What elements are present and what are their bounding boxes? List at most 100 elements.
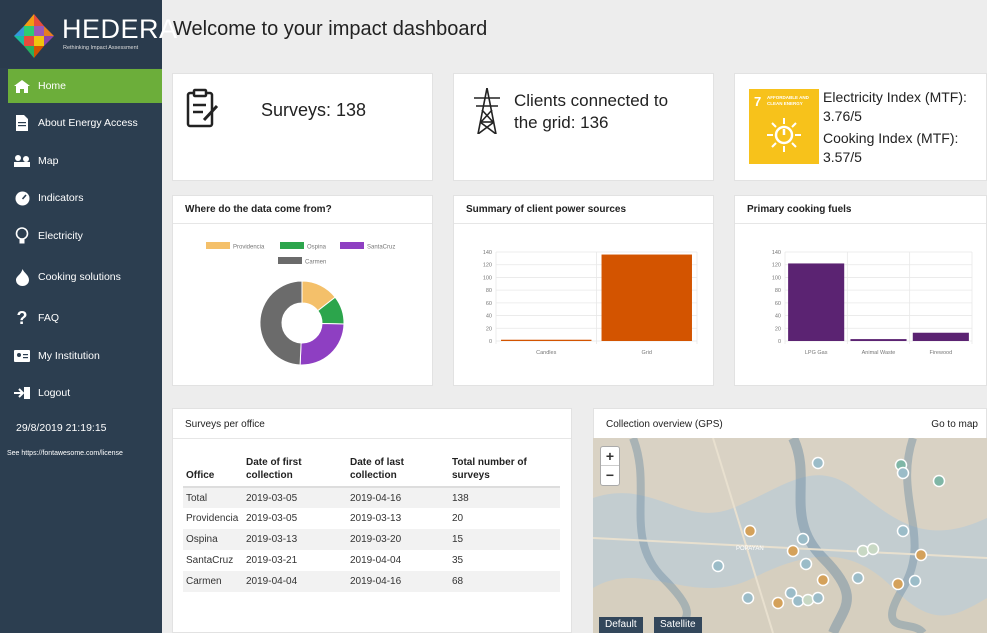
table-cell: 2019-03-21: [246, 555, 298, 566]
hedera-logo-icon: [14, 14, 54, 58]
gps-marker[interactable]: [801, 593, 815, 607]
chart-title: Where do the data come from?: [173, 196, 432, 224]
gps-marker[interactable]: [711, 559, 725, 573]
sidebar-item-logout[interactable]: Logout: [8, 376, 162, 410]
clipboard-icon: [186, 88, 219, 128]
legend-label: Providencia: [233, 245, 265, 251]
sun-power-icon: [767, 118, 801, 152]
gps-marker[interactable]: [816, 573, 830, 587]
table-cell: 2019-03-20: [347, 529, 449, 550]
table-cell: 2019-04-16: [347, 571, 449, 592]
chart-title: Summary of client power sources: [454, 196, 713, 224]
gps-marker[interactable]: [741, 591, 755, 605]
zoom-in-button[interactable]: +: [601, 447, 619, 466]
sidebar-item-map[interactable]: Map: [8, 144, 162, 178]
bar[interactable]: [501, 339, 592, 341]
column-header: Date of first collection: [243, 452, 347, 488]
sidebar-item-label: About Energy Access: [38, 117, 138, 129]
table-cell: 138: [449, 487, 560, 508]
table-cell: 2019-04-16: [347, 487, 449, 508]
gps-marker[interactable]: [799, 557, 813, 571]
gps-marker[interactable]: [743, 524, 757, 538]
y-tick-label: 100: [772, 275, 781, 281]
gps-marker[interactable]: [811, 591, 825, 605]
gps-marker[interactable]: [932, 474, 946, 488]
gps-marker[interactable]: [811, 456, 825, 470]
legend-label: Ospina: [307, 245, 327, 251]
y-tick-label: 60: [486, 301, 492, 307]
table-cell: 20: [452, 513, 464, 524]
mtf-index-card: 7 AFFORDABLE AND CLEAN ENERGY Electricit…: [734, 73, 987, 181]
grid-clients-card: Clients connected to the grid: 136: [453, 73, 714, 181]
gps-marker[interactable]: [796, 532, 810, 546]
electricity-index: Electricity Index (MTF): 3.76/5: [823, 89, 967, 124]
x-tick-label: Grid: [642, 350, 652, 356]
legend-swatch: [206, 242, 230, 249]
logout-icon: [12, 387, 32, 399]
column-header: Office: [183, 452, 243, 488]
sidebar-datetime: 29/8/2019 21:19:15: [16, 422, 107, 434]
y-tick-label: 140: [483, 250, 492, 256]
table-header-row: Office Date of first collection Date of …: [183, 452, 560, 488]
y-tick-label: 40: [775, 314, 781, 320]
pie-slice[interactable]: [299, 322, 345, 366]
map-zoom-control: + −: [600, 446, 620, 486]
surveys-table: Office Date of first collection Date of …: [183, 452, 560, 592]
sidebar-item-cooking-solutions[interactable]: Cooking solutions: [8, 260, 162, 294]
brand-logo[interactable]: HEDERA Rethinking Impact Assessment: [0, 0, 177, 68]
gps-marker[interactable]: [856, 544, 870, 558]
sidebar-item-indicators[interactable]: Indicators: [8, 181, 162, 215]
table-cell: 2019-03-13: [350, 513, 402, 524]
gps-marker[interactable]: [851, 571, 865, 585]
sidebar-item-electricity[interactable]: Electricity: [8, 219, 162, 253]
legend-swatch: [340, 242, 364, 249]
map-icon: [12, 154, 32, 168]
x-tick-label: Firewood: [930, 350, 953, 356]
gps-marker[interactable]: [896, 466, 910, 480]
gps-marker[interactable]: [866, 542, 880, 556]
y-tick-label: 100: [483, 275, 492, 281]
gps-marker[interactable]: [771, 596, 785, 610]
sidebar-item-my-institution[interactable]: My Institution: [8, 339, 162, 373]
gps-marker[interactable]: [891, 577, 905, 591]
map-panel: Collection overview (GPS) Go to map: [593, 408, 987, 438]
table-row: Providencia 2019-03-05 2019-03-13 20: [183, 508, 560, 529]
sidebar-item-label: FAQ: [38, 312, 60, 324]
table-row: Ospina 2019-03-13 2019-03-20 15: [183, 529, 560, 550]
brand-subtitle: Rethinking Impact Assessment: [63, 45, 139, 51]
table-cell: 68: [449, 571, 560, 592]
sidebar-item-label: Home: [38, 80, 67, 92]
sidebar: HEDERA Rethinking Impact Assessment Home…: [0, 0, 177, 633]
table-cell: SantaCruz: [186, 555, 234, 566]
bar[interactable]: [601, 254, 692, 341]
bar[interactable]: [912, 332, 969, 341]
table-row: Total 2019-03-05 2019-04-16 138: [183, 487, 560, 508]
sidebar-item-about-energy-access[interactable]: About Energy Access: [8, 106, 162, 140]
map-default-button[interactable]: Default: [599, 617, 643, 633]
pie-slice[interactable]: [259, 280, 303, 366]
grid-clients-count: Clients connected to the grid: 136: [514, 91, 669, 132]
data-source-donut-chart: Providencia Ospina SantaCruz Carmen: [206, 242, 395, 366]
sidebar-item-label: Map: [38, 155, 59, 167]
surveys-count: Surveys: 138: [261, 100, 367, 120]
power-tower-icon: [474, 88, 500, 134]
go-to-map-link[interactable]: Go to map: [931, 419, 978, 430]
zoom-out-button[interactable]: −: [601, 466, 619, 485]
sidebar-license-link[interactable]: See https://fontawesome.com/license: [7, 450, 123, 457]
gps-marker[interactable]: [908, 574, 922, 588]
gps-map[interactable]: POPAYAN: [593, 438, 987, 633]
sidebar-item-home[interactable]: Home: [8, 69, 162, 103]
sidebar-item-label: Cooking solutions: [38, 271, 121, 283]
sidebar-item-label: Indicators: [38, 192, 84, 204]
map-satellite-button[interactable]: Satellite: [654, 617, 702, 633]
sidebar-item-faq[interactable]: ? FAQ: [8, 301, 162, 335]
cooking-index: Cooking Index (MTF): 3.57/5: [823, 130, 959, 165]
table-cell: Total: [183, 487, 243, 508]
gps-marker[interactable]: [896, 524, 910, 538]
gps-marker[interactable]: [786, 544, 800, 558]
bar[interactable]: [788, 263, 845, 341]
data-source-chart-card: Where do the data come from? Providencia…: [172, 195, 433, 386]
column-header: Date of last collection: [347, 452, 449, 488]
bar[interactable]: [850, 339, 907, 341]
gps-marker[interactable]: [914, 548, 928, 562]
